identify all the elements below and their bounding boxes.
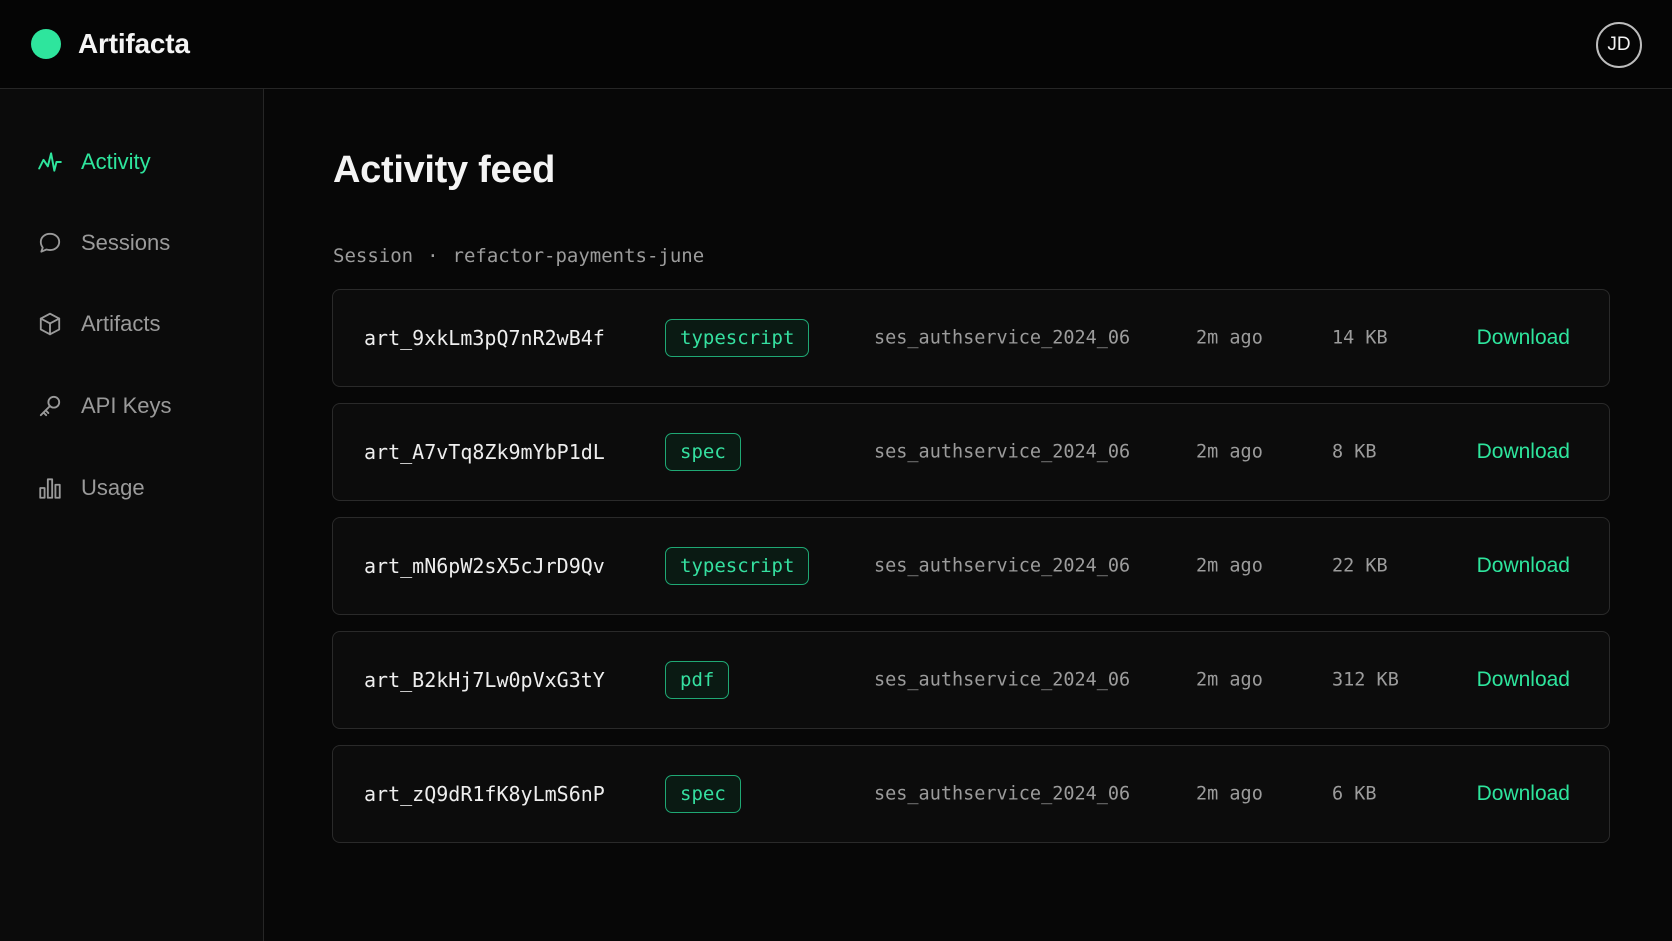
- download-button[interactable]: Download: [1477, 326, 1570, 350]
- brand[interactable]: Artifacta: [31, 27, 190, 61]
- download-button[interactable]: Download: [1477, 554, 1570, 578]
- artifact-size: 312 KB: [1332, 669, 1399, 691]
- artifact-row[interactable]: art_A7vTq8Zk9mYbP1dL spec ses_authservic…: [332, 403, 1610, 501]
- artifact-timestamp: 2m ago: [1196, 555, 1263, 577]
- artifact-row[interactable]: art_zQ9dR1fK8yLmS6nP spec ses_authservic…: [332, 745, 1610, 843]
- artifact-session-id: ses_authservice_2024_06: [874, 441, 1131, 463]
- artifact-id: art_zQ9dR1fK8yLmS6nP: [364, 782, 605, 806]
- artifact-type-badge: typescript: [665, 547, 810, 585]
- bar-chart-icon: [36, 474, 64, 502]
- brand-name: Artifacta: [78, 28, 190, 59]
- artifact-timestamp: 2m ago: [1196, 327, 1263, 349]
- artifact-id: art_9xkLm3pQ7nR2wB4f: [364, 326, 605, 350]
- top-bar: Artifacta JD: [0, 0, 1672, 89]
- chat-bubble-icon: [36, 229, 64, 257]
- cube-icon: [36, 310, 64, 338]
- sidebar-item-label: Usage: [81, 475, 145, 500]
- sidebar-item-api-keys[interactable]: API Keys: [36, 388, 171, 424]
- artifact-size: 6 KB: [1332, 783, 1377, 805]
- sidebar-item-label: Sessions: [81, 230, 171, 255]
- artifact-type-badge: spec: [665, 775, 741, 813]
- artifact-size: 22 KB: [1332, 555, 1388, 577]
- user-avatar[interactable]: JD: [1596, 22, 1642, 68]
- sidebar: Activity Sessions Artifacts API Keys Usa…: [0, 89, 264, 941]
- artifact-id: art_A7vTq8Zk9mYbP1dL: [364, 440, 605, 464]
- artifact-size: 14 KB: [1332, 327, 1388, 349]
- sidebar-item-label: Activity: [81, 149, 151, 174]
- download-button[interactable]: Download: [1477, 782, 1570, 806]
- brand-logo-dot: [31, 29, 61, 59]
- artifact-type-badge: spec: [665, 433, 741, 471]
- artifact-type-badge: pdf: [665, 661, 730, 699]
- sidebar-item-label: API Keys: [81, 393, 172, 418]
- artifact-timestamp: 2m ago: [1196, 669, 1263, 691]
- artifact-row[interactable]: art_mN6pW2sX5cJrD9Qv typescript ses_auth…: [332, 517, 1610, 615]
- artifact-session-id: ses_authservice_2024_06: [874, 669, 1131, 691]
- sidebar-item-artifacts[interactable]: Artifacts: [36, 306, 160, 342]
- artifact-timestamp: 2m ago: [1196, 441, 1263, 463]
- page-title: Activity feed: [333, 149, 556, 191]
- download-button[interactable]: Download: [1477, 440, 1570, 464]
- artifact-row[interactable]: art_9xkLm3pQ7nR2wB4f typescript ses_auth…: [332, 289, 1610, 387]
- key-icon: [36, 392, 64, 420]
- session-separator: ·: [427, 245, 439, 267]
- artifact-timestamp: 2m ago: [1196, 783, 1263, 805]
- artifact-type-badge: typescript: [665, 319, 810, 357]
- sidebar-item-sessions[interactable]: Sessions: [36, 225, 170, 261]
- artifact-list: art_9xkLm3pQ7nR2wB4f typescript ses_auth…: [332, 289, 1610, 859]
- artifact-id: art_B2kHj7Lw0pVxG3tY: [364, 668, 605, 692]
- artifact-id: art_mN6pW2sX5cJrD9Qv: [364, 554, 605, 578]
- artifact-session-id: ses_authservice_2024_06: [874, 327, 1131, 349]
- sidebar-item-activity[interactable]: Activity: [36, 144, 151, 180]
- sidebar-item-label: Artifacts: [81, 311, 161, 336]
- artifact-size: 8 KB: [1332, 441, 1377, 463]
- artifact-session-id: ses_authservice_2024_06: [874, 555, 1131, 577]
- session-name[interactable]: refactor-payments-june: [453, 245, 705, 267]
- activity-icon: [36, 148, 64, 176]
- session-prefix: Session: [333, 245, 414, 267]
- download-button[interactable]: Download: [1477, 668, 1570, 692]
- sidebar-item-usage[interactable]: Usage: [36, 470, 145, 506]
- session-breadcrumb: Session · refactor-payments-june: [333, 245, 704, 267]
- artifact-row[interactable]: art_B2kHj7Lw0pVxG3tY pdf ses_authservice…: [332, 631, 1610, 729]
- main-content: Activity feed Session · refactor-payments-…: [264, 89, 1672, 941]
- artifact-session-id: ses_authservice_2024_06: [874, 783, 1131, 805]
